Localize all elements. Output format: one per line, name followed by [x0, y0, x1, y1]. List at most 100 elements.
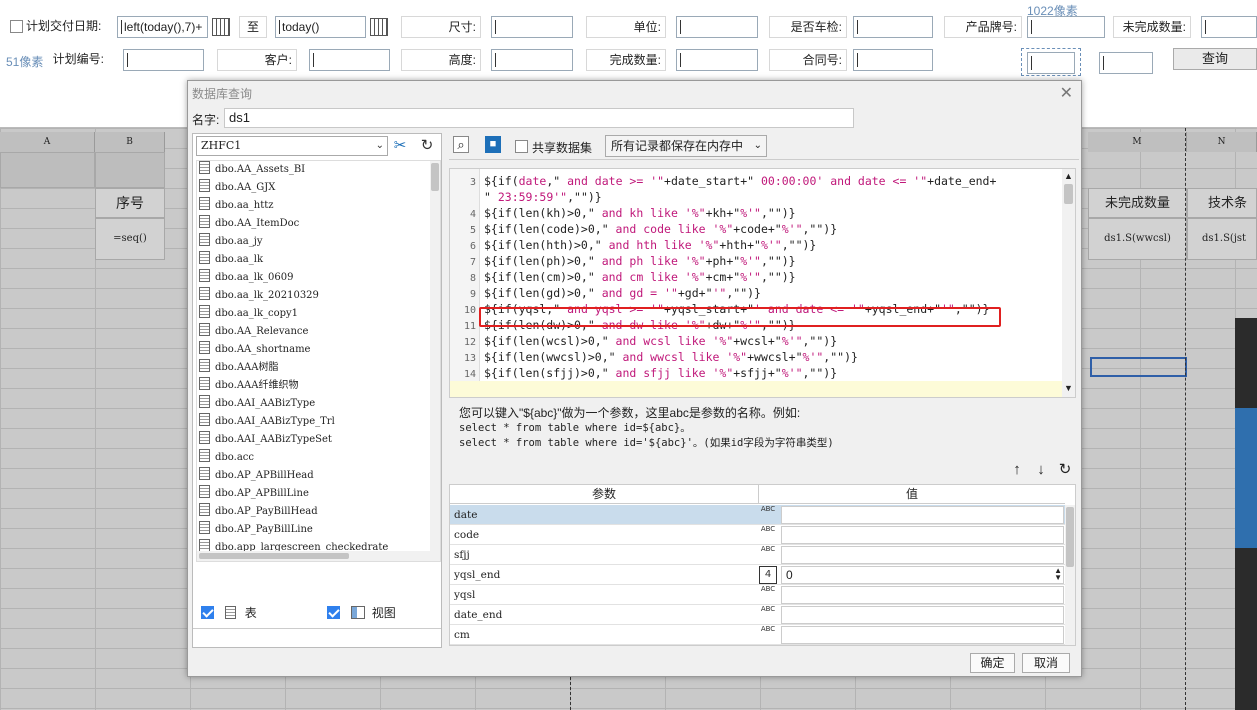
date-end-input[interactable]: today() [275, 16, 366, 38]
table-list-item[interactable]: dbo.AAI_AABizType [197, 395, 440, 413]
shared-dataset-checkbox[interactable] [515, 140, 528, 153]
save-icon[interactable]: ■ [485, 136, 501, 153]
param-row[interactable]: cm ABC [450, 625, 1065, 645]
extra-input[interactable] [1099, 52, 1153, 74]
table-checkbox[interactable] [201, 606, 214, 619]
table-list-scrollbar[interactable] [430, 161, 440, 561]
plan-date-checkbox[interactable] [10, 20, 23, 33]
param-value-input[interactable] [781, 606, 1064, 624]
param-row[interactable]: yqsl ABC [450, 585, 1065, 605]
table-list-item[interactable]: dbo.AAA树脂 [197, 359, 440, 377]
param-type-icon[interactable]: ABC [759, 546, 777, 564]
table-list-item[interactable]: dbo.AA_Relevance [197, 323, 440, 341]
cancel-button[interactable]: 取消 [1022, 653, 1070, 673]
code-line[interactable]: 14 ${if(len(sfjj)>0," and sfjj like '%"+s… [450, 365, 1062, 381]
table-list-item[interactable]: dbo.AP_PayBillHead [197, 503, 440, 521]
close-icon[interactable]: ✕ [1060, 83, 1073, 103]
product-brand-extra-input[interactable] [1027, 52, 1075, 74]
scroll-down-icon[interactable]: ▼ [1064, 383, 1073, 393]
dataset-name-input[interactable]: ds1 [224, 108, 854, 128]
code-line[interactable]: 7 ${if(len(ph)>0," and ph like '%"+ph+"%'… [450, 253, 1062, 269]
connection-settings-icon[interactable]: ✂ [390, 136, 410, 156]
tech-header-cell[interactable]: 技术条件 [1187, 188, 1257, 238]
param-type-icon[interactable]: 4 [759, 566, 777, 584]
param-row[interactable]: code ABC [450, 525, 1065, 545]
selected-cell[interactable] [1090, 357, 1187, 377]
table-list-item[interactable]: dbo.AA_ItemDoc [197, 215, 440, 233]
table-list-item[interactable]: dbo.AA_Assets_BI [197, 161, 440, 179]
editor-scrollbar[interactable]: ▲ ▼ [1062, 169, 1075, 397]
contract-no-input[interactable] [853, 49, 933, 71]
table-list-item[interactable]: dbo.AP_APBillHead [197, 467, 440, 485]
table-list-item[interactable]: dbo.AAI_AABizType_Trl [197, 413, 440, 431]
move-up-icon[interactable]: ↑ [1007, 460, 1027, 480]
table-list-item[interactable]: dbo.AP_APBillLine [197, 485, 440, 503]
column-header-n[interactable]: N [1187, 132, 1257, 152]
table-list-item[interactable]: dbo.AA_GJX [197, 179, 440, 197]
ok-button[interactable]: 确定 [970, 653, 1015, 673]
plan-no-input[interactable] [123, 49, 204, 71]
code-line[interactable]: 4 ${if(len(kh)>0," and kh like '%"+kh+"%'… [450, 205, 1062, 221]
param-scrollbar[interactable] [1065, 505, 1075, 645]
product-brand-input[interactable] [1027, 16, 1105, 38]
param-type-icon[interactable]: ABC [759, 526, 777, 544]
param-value-input[interactable] [781, 546, 1064, 564]
jst-formula-cell[interactable]: ds1.S(jst [1187, 218, 1257, 260]
customer-input[interactable] [309, 49, 390, 71]
table-list-item[interactable]: dbo.AA_shortname [197, 341, 440, 359]
table-list-hscrollbar[interactable] [197, 551, 440, 561]
wwcsl-formula-cell[interactable]: ds1.S(wwcsl) [1088, 218, 1187, 260]
calendar-start-icon[interactable] [212, 18, 230, 36]
table-list-item[interactable]: dbo.aa_lk [197, 251, 440, 269]
column-header-a[interactable]: A [0, 132, 95, 152]
query-button[interactable]: 查询 [1173, 48, 1257, 70]
spinner-icon[interactable]: ▲ ▼ [1054, 567, 1062, 582]
size-input[interactable] [491, 16, 573, 38]
code-line[interactable]: 3 ${if(date," and date >= '"+date_start+"… [450, 173, 1062, 189]
editor-scroll-thumb[interactable] [1064, 184, 1073, 204]
date-start-input[interactable]: left(today(),7)+ [117, 16, 208, 38]
param-type-icon[interactable]: ABC [759, 626, 777, 644]
code-line[interactable]: 9 ${if(len(gd)>0," and gd = '"+gd+"'","")… [450, 285, 1062, 301]
code-line[interactable]: 5 ${if(len(code)>0," and code like '%"+co… [450, 221, 1062, 237]
sheet-cell[interactable] [95, 152, 165, 188]
table-list-item[interactable]: dbo.aa_httz [197, 197, 440, 215]
code-line[interactable]: 6 ${if(len(hth)>0," and hth like '%"+hth+… [450, 237, 1062, 253]
table-list-item[interactable]: dbo.aa_jy [197, 233, 440, 251]
code-line[interactable]: 13 ${if(len(wwcsl)>0," and wwcsl like '%"… [450, 349, 1062, 365]
param-row[interactable]: date_end ABC [450, 605, 1065, 625]
code-line[interactable]: 12 ${if(len(wcsl)>0," and wcsl like '%"+w… [450, 333, 1062, 349]
scroll-up-icon[interactable]: ▲ [1064, 171, 1073, 181]
table-list-item[interactable]: dbo.aa_lk_0609 [197, 269, 440, 287]
param-type-icon[interactable]: ABC [759, 586, 777, 604]
table-list-item[interactable]: dbo.AAA纤维织物 [197, 377, 440, 395]
unfinished-header-cell[interactable]: 未完成数量 [1088, 188, 1187, 218]
column-header-m[interactable]: M [1088, 132, 1187, 152]
view-filter[interactable]: 视图 [327, 604, 396, 621]
memory-mode-select[interactable]: 所有记录都保存在内存中 ⌄ [605, 135, 767, 157]
param-type-icon[interactable]: ABC [759, 606, 777, 624]
param-row[interactable]: sfjj ABC [450, 545, 1065, 565]
param-value-input[interactable]: 0 [781, 566, 1064, 584]
refresh-icon[interactable]: ↻ [417, 136, 437, 156]
table-list-item[interactable]: dbo.acc [197, 449, 440, 467]
table-list-item[interactable]: dbo.aa_lk_copy1 [197, 305, 440, 323]
sheet-cell[interactable] [0, 152, 95, 188]
finished-qty-input[interactable] [676, 49, 758, 71]
param-row[interactable]: yqsl_end 4 0 ▲ ▼ [450, 565, 1065, 585]
view-checkbox[interactable] [327, 606, 340, 619]
move-down-icon[interactable]: ↓ [1031, 460, 1051, 480]
param-row[interactable]: date ABC [450, 505, 1065, 525]
connection-select[interactable]: ZHFC1 ⌄ [196, 136, 388, 156]
column-header-b[interactable]: B [95, 132, 165, 152]
param-value-input[interactable] [781, 526, 1064, 544]
param-value-input[interactable] [781, 586, 1064, 604]
sql-code-editor[interactable]: 3 ${if(date," and date >= '"+date_start+"… [449, 168, 1076, 398]
height-input[interactable] [491, 49, 573, 71]
table-list-item[interactable]: dbo.AAI_AABizTypeSet [197, 431, 440, 449]
param-value-input[interactable] [781, 626, 1064, 644]
table-filter[interactable]: 表 [201, 604, 257, 621]
calendar-end-icon[interactable] [370, 18, 388, 36]
table-list[interactable]: dbo.AA_Assets_BI dbo.AA_GJX dbo.aa_httz dbo… [196, 160, 441, 562]
table-list-item[interactable]: dbo.AP_PayBillLine [197, 521, 440, 539]
